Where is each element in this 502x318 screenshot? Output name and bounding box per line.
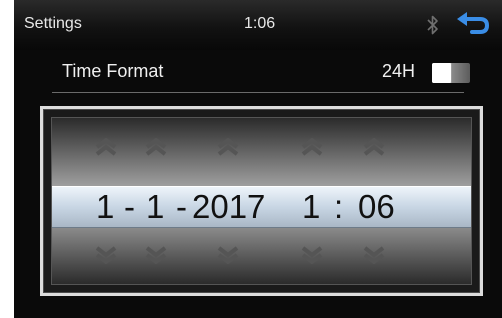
day-value: 1 [146, 188, 165, 225]
date-separator: - [124, 188, 135, 225]
date-separator: - [176, 188, 187, 225]
time-format-row: Time Format 24H [52, 55, 470, 89]
date-time-picker: 1 - 1 - 2017 1 : 06 [40, 106, 483, 296]
bluetooth-icon [426, 13, 440, 37]
hour-value: 1 [302, 188, 321, 225]
minute-down-chevron-icon[interactable] [362, 246, 386, 264]
status-clock: 1:06 [244, 15, 276, 32]
toggle-knob [432, 63, 451, 83]
picker-wheel: 1 - 1 - 2017 1 : 06 [51, 117, 472, 285]
month-value: 1 [96, 188, 115, 225]
settings-screen: Settings 1:06 Time Format 24H 1 - 1 - 20… [14, 0, 502, 318]
month-down-chevron-icon[interactable] [94, 246, 118, 264]
minute-up-chevron-icon[interactable] [362, 138, 386, 156]
back-button[interactable] [454, 10, 492, 40]
hour-up-chevron-icon[interactable] [300, 138, 324, 156]
status-bar: Settings 1:06 [14, 0, 502, 50]
hour-down-chevron-icon[interactable] [300, 246, 324, 264]
minute-value: 06 [358, 188, 395, 225]
day-up-chevron-icon[interactable] [144, 138, 168, 156]
back-arrow-icon [457, 12, 490, 34]
divider [52, 92, 464, 93]
time-colon: : [334, 188, 344, 225]
year-down-chevron-icon[interactable] [216, 246, 240, 264]
screen-title: Settings [24, 15, 82, 32]
year-value: 2017 [192, 188, 266, 225]
time-format-value: 24H [382, 61, 416, 81]
month-up-chevron-icon[interactable] [94, 138, 118, 156]
time-format-label: Time Format [62, 61, 164, 81]
year-up-chevron-icon[interactable] [216, 138, 240, 156]
day-down-chevron-icon[interactable] [144, 246, 168, 264]
time-format-toggle[interactable] [432, 63, 470, 83]
